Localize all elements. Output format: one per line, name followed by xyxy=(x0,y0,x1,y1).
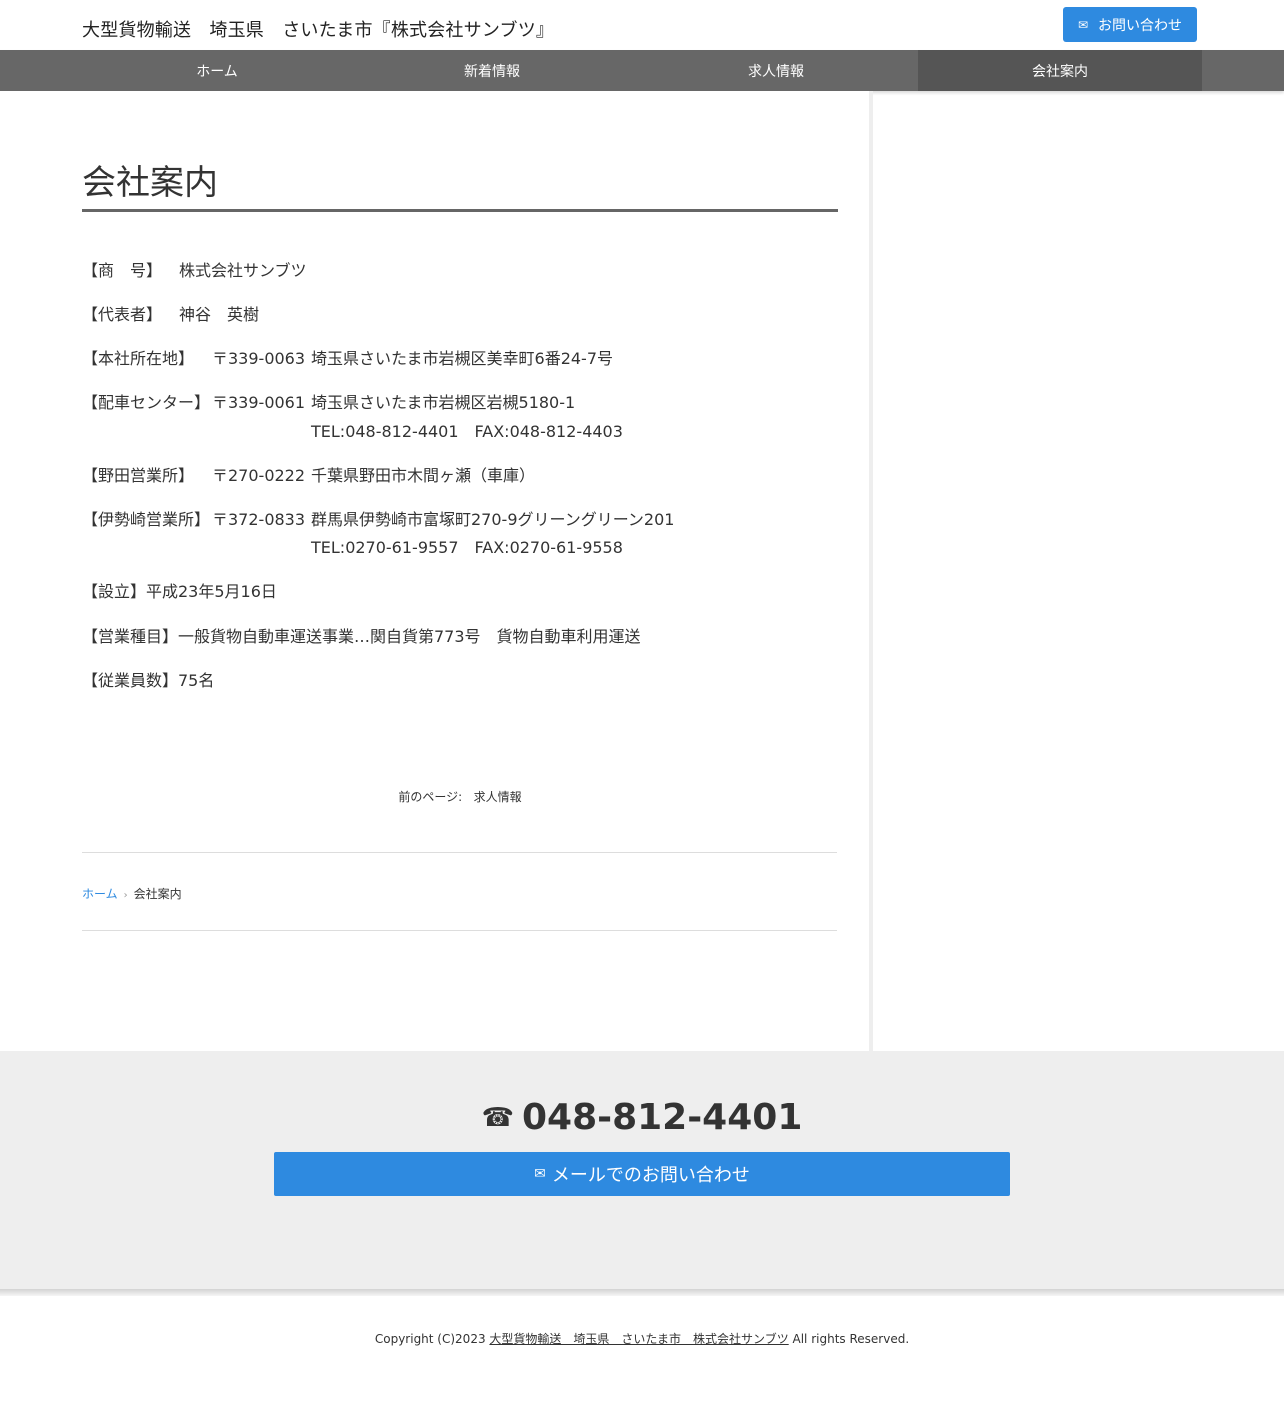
envelope-icon: ✉ xyxy=(1077,17,1089,32)
copyright: Copyright (C)2023 大型貨物輸送 埼玉県 さいたま市 株式会社サ… xyxy=(0,1330,1284,1347)
chevron-right-icon: › xyxy=(123,890,128,901)
info-noda-postal: 〒270-0222 xyxy=(212,466,306,485)
divider-top xyxy=(82,852,837,853)
contact-button[interactable]: ✉ お問い合わせ xyxy=(1063,7,1197,42)
copyright-prefix: Copyright (C)2023 xyxy=(374,1332,490,1346)
footer-separator xyxy=(0,1289,1284,1296)
prev-page-link[interactable]: 求人情報 xyxy=(474,790,522,804)
nav-item-recruit[interactable]: 求人情報 xyxy=(641,50,911,91)
breadcrumb-current: 会社案内 xyxy=(133,887,182,901)
info-isesaki-tel-fax: TEL:0270-61-9557 FAX:0270-61-9558 xyxy=(311,538,623,557)
prev-page-nav: 前のページ: 求人情報 xyxy=(0,788,920,805)
info-employees: 【従業員数】75名 xyxy=(82,671,215,690)
info-isesaki-address: 群馬県伊勢崎市富塚町270-9グリーングリーン201 xyxy=(311,510,675,529)
divider-bottom xyxy=(82,930,837,931)
info-established: 【設立】平成23年5月16日 xyxy=(82,582,277,601)
main-content xyxy=(0,91,869,1051)
phone-icon: ☎ xyxy=(481,1103,514,1133)
mail-contact-label: メールでのお問い合わせ xyxy=(551,1165,750,1186)
global-nav: ホーム 新着情報 求人情報 会社案内 xyxy=(0,50,1284,91)
site-title[interactable]: 大型貨物輸送 埼玉県 さいたま市『株式会社サンブツ』 xyxy=(82,16,554,42)
info-dispatch-postal: 〒339-0061 xyxy=(212,393,306,412)
mail-contact-button[interactable]: ✉ メールでのお問い合わせ xyxy=(274,1152,1010,1196)
nav-item-company[interactable]: 会社案内 xyxy=(918,50,1202,91)
info-dispatch-label: 【配車センター】 xyxy=(82,393,211,412)
info-trade-name-label: 【商 号】 xyxy=(82,261,163,280)
prev-page-prefix: 前のページ: xyxy=(398,790,463,804)
copyright-site-link[interactable]: 大型貨物輸送 埼玉県 さいたま市 株式会社サンブツ xyxy=(489,1332,788,1346)
info-isesaki-label: 【伊勢崎営業所】 xyxy=(82,510,211,529)
copyright-suffix: All rights Reserved. xyxy=(788,1332,910,1346)
info-noda-label: 【野田営業所】 xyxy=(82,466,195,485)
info-representative-value: 神谷 英樹 xyxy=(179,305,260,324)
site-header: 大型貨物輸送 埼玉県 さいたま市『株式会社サンブツ』 ✉ お問い合わせ xyxy=(0,0,1284,50)
envelope-icon: ✉ xyxy=(534,1166,546,1182)
page-title: 会社案内 xyxy=(82,163,218,203)
info-dispatch-address: 埼玉県さいたま市岩槻区岩槻5180-1 xyxy=(311,393,576,412)
info-head-office-label: 【本社所在地】 xyxy=(82,349,195,368)
sidebar-divider xyxy=(869,91,873,1051)
info-isesaki-postal: 〒372-0833 xyxy=(212,510,306,529)
nav-item-home[interactable]: ホーム xyxy=(82,50,352,91)
info-trade-name-value: 株式会社サンブツ xyxy=(179,261,307,280)
footer-phone-number: 048-812-4401 xyxy=(522,1097,803,1138)
nav-item-news[interactable]: 新着情報 xyxy=(357,50,627,91)
info-noda-address: 千葉県野田市木間ヶ瀬（車庫） xyxy=(311,466,536,485)
info-business-type: 【営業種目】一般貨物自動車運送事業…関自貨第773号 貨物自動車利用運送 xyxy=(82,627,641,646)
footer-phone[interactable]: ☎ 048-812-4401 xyxy=(0,1097,1284,1138)
info-dispatch-tel-fax: TEL:048-812-4401 FAX:048-812-4403 xyxy=(311,422,623,441)
breadcrumb-home-link[interactable]: ホーム xyxy=(82,887,118,901)
info-head-office-address: 埼玉県さいたま市岩槻区美幸町6番24-7号 xyxy=(311,349,614,368)
info-head-office-postal: 〒339-0063 xyxy=(212,349,306,368)
info-representative-label: 【代表者】 xyxy=(82,305,163,324)
footer-cta: ☎ 048-812-4401 ✉ メールでのお問い合わせ xyxy=(0,1051,1284,1289)
contact-button-label: お問い合わせ xyxy=(1098,17,1183,34)
breadcrumb: ホーム › 会社案内 xyxy=(82,885,182,902)
title-underline xyxy=(82,209,838,212)
